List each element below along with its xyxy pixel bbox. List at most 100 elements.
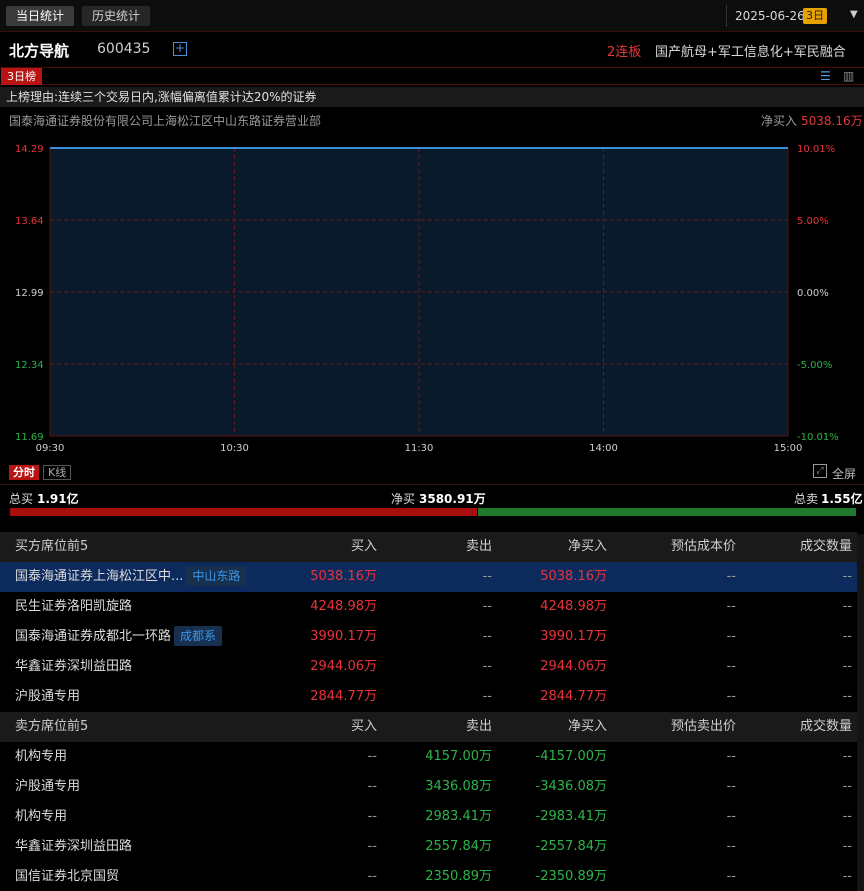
x-tick-label: 15:00 — [774, 443, 803, 454]
stock-code: 600435 — [97, 41, 151, 57]
header-est-sell-price[interactable]: 预估卖出价 — [622, 712, 736, 742]
tab-today-stats[interactable]: 当日统计 — [6, 6, 75, 26]
y-tick-label-left: 11.69 — [15, 432, 44, 443]
y-tick-label-right: -5.00% — [797, 360, 832, 371]
buy-table-row[interactable]: 民生证券洛阳凯旋路 4248.98万 -- 4248.98万 -- -- — [0, 592, 857, 622]
header-est-cost[interactable]: 预估成本价 — [622, 532, 736, 562]
days-badge[interactable]: 3日 — [803, 8, 827, 24]
buy-amount: -- — [367, 839, 377, 854]
y-tick-label-right: 0.00% — [797, 288, 829, 299]
ranking-reason: 上榜理由:连续三个交易日内,涨幅偏离值累计达20%的证券 — [0, 87, 864, 107]
est-cost: -- — [726, 569, 736, 584]
seat-name: 沪股通专用 — [15, 779, 81, 794]
sell-table-header: 卖方席位前5 买入 卖出 净买入 预估卖出价 成交数量 — [0, 712, 857, 742]
net-buy-value: 5038.16万 — [801, 114, 863, 128]
header-net-buy[interactable]: 净买入 — [507, 712, 607, 742]
net-amount: -2350.89万 — [535, 869, 607, 884]
bar-chart-icon[interactable]: ▥ — [843, 69, 854, 83]
sell-amount: -- — [482, 659, 492, 674]
plus-square-icon[interactable]: + — [173, 42, 187, 56]
y-tick-label-left: 12.99 — [15, 288, 44, 299]
x-tick-label: 10:30 — [220, 443, 249, 454]
total-buy-label: 总买 — [9, 492, 34, 506]
header-volume[interactable]: 成交数量 — [750, 532, 852, 562]
buy-table-row[interactable]: 华鑫证券深圳益田路 2944.06万 -- 2944.06万 -- -- — [0, 652, 857, 682]
y-tick-label-left: 14.29 — [15, 144, 44, 155]
seat-name: 机构专用 — [15, 749, 68, 764]
header-sell[interactable]: 卖出 — [392, 712, 492, 742]
buy-amount: 3990.17万 — [310, 629, 377, 644]
net-amount: 4248.98万 — [540, 599, 607, 614]
tab-kline[interactable]: K线 — [43, 465, 72, 480]
buy-table-row[interactable]: 沪股通专用 2844.77万 -- 2844.77万 -- -- — [0, 682, 857, 712]
sell-table-row[interactable]: 机构专用 -- 2983.41万 -2983.41万 -- -- — [0, 802, 857, 832]
header-sell[interactable]: 卖出 — [392, 532, 492, 562]
total-buy-value: 1.91亿 — [37, 492, 79, 506]
buy-table-row[interactable]: 国泰海通证券成都北一环路 成都系 3990.17万 -- 3990.17万 -- … — [0, 622, 857, 652]
est-cost: -- — [726, 659, 736, 674]
seat-tag[interactable]: 中山东路 — [186, 565, 247, 586]
volume: -- — [842, 629, 852, 644]
est-price: -- — [726, 779, 736, 794]
intraday-chart[interactable]: 14.29 10.01% 13.64 5.00% 12.99 0.00% 12.34 -5.0… — [0, 138, 864, 460]
volume: -- — [842, 839, 852, 854]
volume: -- — [842, 599, 852, 614]
net-buy-total-label: 净买 — [391, 492, 416, 506]
sell-table-row[interactable]: 国信证券北京国贸 -- 2350.89万 -2350.89万 -- -- — [0, 862, 857, 891]
sell-amount: 2350.89万 — [425, 869, 492, 884]
est-price: -- — [726, 749, 736, 764]
net-amount: -4157.00万 — [535, 749, 607, 764]
chevron-down-icon[interactable]: ▼ — [850, 9, 858, 20]
top-toolbar: 当日统计 历史统计 2025-06-26 3日 ▼ — [0, 0, 864, 32]
buy-proportion-bar — [10, 508, 477, 516]
sell-table-row[interactable]: 沪股通专用 -- 3436.08万 -3436.08万 -- -- — [0, 772, 857, 802]
net-amount: 2844.77万 — [540, 689, 607, 704]
tab-intraday[interactable]: 分时 — [9, 465, 39, 480]
board-status: 2连板 — [607, 45, 642, 60]
seat-name: 沪股通专用 — [15, 689, 81, 704]
tab-history-stats[interactable]: 历史统计 — [82, 6, 151, 26]
x-tick-label: 11:30 — [405, 443, 434, 454]
scrollbar[interactable] — [857, 534, 864, 891]
seat-name: 机构专用 — [15, 809, 68, 824]
tab-3day-ranking[interactable]: 3日榜 — [1, 68, 42, 85]
stock-header: 北方导航 600435 + 2连板 国产航母+军工信息化+军民融合 — [0, 33, 864, 65]
selected-seat-name: 国泰海通证券股份有限公司上海松江区中山东路证券营业部 — [9, 114, 322, 128]
net-amount: -2557.84万 — [535, 839, 607, 854]
stock-name[interactable]: 北方导航 — [9, 40, 69, 61]
date-selector[interactable]: 2025-06-26 — [726, 5, 805, 27]
sell-table-row[interactable]: 机构专用 -- 4157.00万 -4157.00万 -- -- — [0, 742, 857, 772]
y-tick-label-left: 12.34 — [15, 360, 44, 371]
est-price: -- — [726, 809, 736, 824]
seat-name: 国信证券北京国贸 — [15, 869, 120, 884]
buy-amount: -- — [367, 749, 377, 764]
buy-table-row[interactable]: 国泰海通证券上海松江区中... 中山东路 5038.16万 -- 5038.16万… — [0, 562, 857, 592]
net-amount: 3990.17万 — [540, 629, 607, 644]
header-buy[interactable]: 买入 — [280, 712, 377, 742]
sell-amount: 2557.84万 — [425, 839, 492, 854]
volume: -- — [842, 779, 852, 794]
volume: -- — [842, 569, 852, 584]
seat-tag[interactable]: 成都系 — [174, 625, 223, 646]
sell-amount: -- — [482, 689, 492, 704]
sell-table-row[interactable]: 华鑫证券深圳益田路 -- 2557.84万 -2557.84万 -- -- — [0, 832, 857, 862]
header-sell-seats: 卖方席位前5 — [15, 719, 89, 734]
buy-amount: 5038.16万 — [310, 569, 377, 584]
intraday-chart-svg: 14.29 10.01% 13.64 5.00% 12.99 0.00% 12.34 -5.0… — [15, 144, 839, 454]
net-amount: 5038.16万 — [540, 569, 607, 584]
est-price: -- — [726, 869, 736, 884]
volume: -- — [842, 749, 852, 764]
header-net-buy[interactable]: 净买入 — [507, 532, 607, 562]
totals-bar: 总买 1.91亿 净买 3580.91万 总卖 1.55亿 — [0, 484, 864, 534]
sell-amount: -- — [482, 599, 492, 614]
header-buy[interactable]: 买入 — [280, 532, 377, 562]
total-sell-value: 1.55亿 — [821, 492, 863, 506]
list-view-icon[interactable]: ☰ — [820, 69, 831, 83]
fullscreen-button[interactable]: 全屏 — [832, 465, 856, 482]
seat-name: 华鑫证券深圳益田路 — [15, 659, 133, 674]
header-volume[interactable]: 成交数量 — [750, 712, 852, 742]
buy-amount: -- — [367, 809, 377, 824]
expand-icon[interactable]: ⤢ — [813, 464, 827, 478]
y-tick-label-right: -10.01% — [797, 432, 839, 443]
concept-tags: 国产航母+军工信息化+军民融合 — [655, 45, 846, 60]
